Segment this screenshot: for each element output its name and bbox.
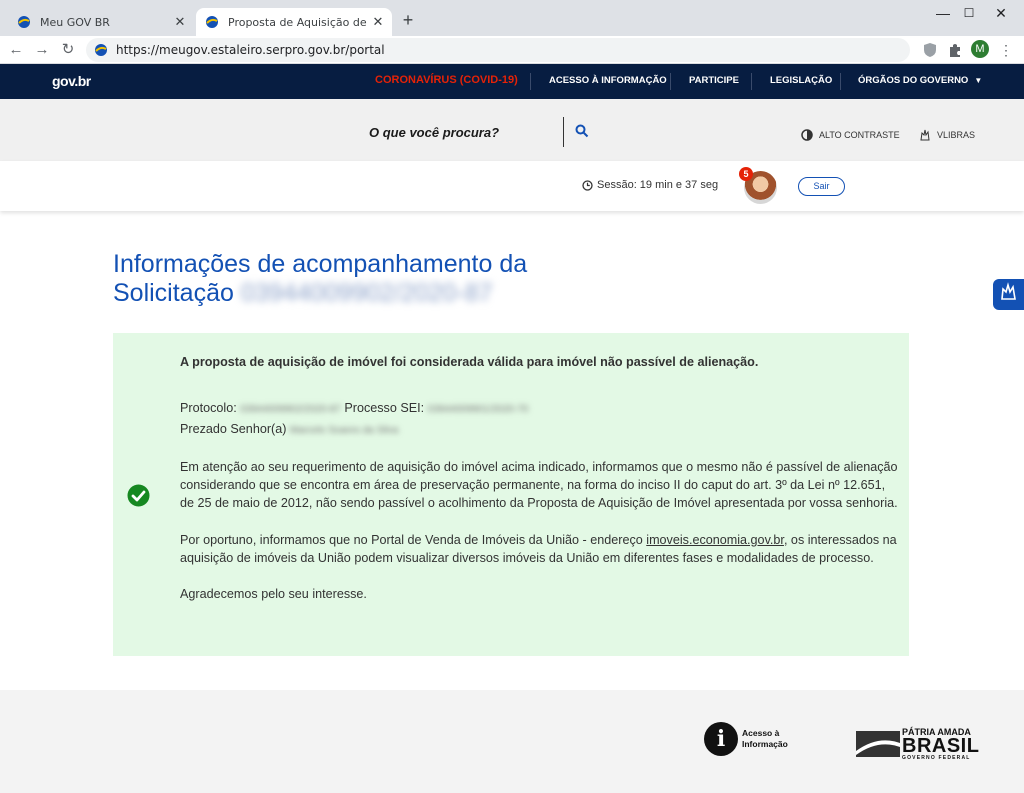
- search-icon[interactable]: [575, 124, 589, 138]
- puzzle-extensions-icon[interactable]: [946, 41, 964, 59]
- prezado-value: Marcelo Soares da Silva: [289, 424, 399, 436]
- patria-amada-brasil-logo[interactable]: PÁTRIA AMADA BRASIL GOVERNO FEDERAL: [856, 727, 979, 761]
- nav-divider: [840, 73, 841, 90]
- footer: i Acesso à Informação PÁTRIA AMADA BRASI…: [0, 690, 1024, 793]
- browser-tab-strip: Meu GOV BR ✕ Proposta de Aquisição de Im…: [0, 0, 1024, 36]
- vlibras-widget-button[interactable]: [993, 279, 1024, 310]
- close-tab-icon[interactable]: ✕: [370, 14, 386, 30]
- tab-proposta[interactable]: Proposta de Aquisição de Imóve ✕: [196, 8, 392, 36]
- nav-link-legislacao[interactable]: LEGISLAÇÃO: [770, 75, 832, 86]
- notification-badge[interactable]: 5: [739, 167, 753, 181]
- protocolo-value: 03944009902/2020-87: [240, 404, 341, 416]
- reload-icon[interactable]: ↻: [58, 40, 78, 60]
- nav-divider: [530, 73, 531, 90]
- contrast-icon: [801, 129, 813, 141]
- paragraph-decision: Em atenção ao seu requerimento de aquisi…: [180, 459, 898, 511]
- govbr-top-bar: gov.br CORONAVÍRUS (COVID-19) ACESSO À I…: [0, 64, 1024, 99]
- tab-meu-gov-br[interactable]: Meu GOV BR ✕: [8, 8, 194, 36]
- address-bar[interactable]: https://meugov.estaleiro.serpro.gov.br/p…: [86, 38, 910, 62]
- brasil-text: PÁTRIA AMADA BRASIL GOVERNO FEDERAL: [902, 727, 979, 761]
- processo-value: 03944009901/2020-70: [427, 404, 529, 416]
- govbr-favicon-icon: [16, 14, 32, 30]
- close-window-button[interactable]: ✕: [978, 0, 1024, 28]
- portal-link[interactable]: imoveis.economia.gov.br: [646, 533, 784, 547]
- paragraph-portal-start: Por oportuno, informamos que no Portal d…: [180, 532, 647, 547]
- page-title-line2: Solicitação: [113, 279, 234, 307]
- govbr-favicon-icon: [204, 14, 220, 30]
- hands-icon: [998, 281, 1020, 308]
- nav-link-acesso-informacao[interactable]: ACESSO À INFORMAÇÃO: [549, 75, 667, 86]
- forward-arrow-icon[interactable]: →: [32, 40, 52, 60]
- new-tab-button[interactable]: +: [398, 10, 418, 30]
- search-prompt[interactable]: O que você procura?: [369, 125, 499, 140]
- nav-link-coronavirus[interactable]: CORONAVÍRUS (COVID-19): [375, 74, 518, 86]
- chevron-down-icon: ▼: [974, 76, 983, 85]
- govbr-logo[interactable]: gov.br: [52, 73, 91, 89]
- close-tab-icon[interactable]: ✕: [172, 14, 188, 30]
- search-band: O que você procura? ALTO CONTRASTE VLIBR…: [0, 99, 1024, 161]
- hands-icon: [919, 129, 931, 141]
- protocolo-label: Protocolo:: [180, 401, 237, 416]
- nav-divider: [751, 73, 752, 90]
- tab-title: Meu GOV BR: [40, 15, 110, 29]
- brasil-line2: BRASIL: [902, 735, 980, 757]
- request-details: Protocolo: 03944009902/2020-87 Processo …: [180, 399, 900, 440]
- nav-link-label: ÓRGÃOS DO GOVERNO: [858, 75, 969, 86]
- vlibras-button[interactable]: VLIBRAS: [919, 129, 975, 141]
- shield-extension-icon[interactable]: [921, 41, 939, 59]
- card-body: A proposta de aquisição de imóvel foi co…: [180, 353, 900, 622]
- back-arrow-icon[interactable]: ←: [6, 40, 26, 60]
- nav-link-participe[interactable]: PARTICIPE: [689, 75, 739, 86]
- processo-label: Processo SEI:: [344, 401, 425, 416]
- kebab-menu-icon[interactable]: ⋮: [999, 40, 1013, 60]
- check-circle-icon: [127, 484, 150, 507]
- page-title-line1: Informações de acompanhamento da: [113, 250, 528, 278]
- brasil-line3: GOVERNO FEDERAL: [902, 755, 971, 761]
- nav-divider: [670, 73, 671, 90]
- alto-contraste-button[interactable]: ALTO CONTRASTE: [801, 129, 900, 141]
- acesso-line1: Acesso à: [742, 728, 780, 738]
- session-bar: Sessão: 19 min e 37 seg 5 Sair: [0, 161, 1024, 211]
- session-label: Sessão: 19 min e 37 seg: [597, 179, 719, 191]
- acesso-informacao-text: Acesso à Informação: [742, 728, 788, 750]
- site-info-icon[interactable]: [94, 43, 108, 57]
- logout-button[interactable]: Sair: [798, 177, 845, 196]
- result-card: A proposta de aquisição de imóvel foi co…: [113, 333, 909, 656]
- session-timer: Sessão: 19 min e 37 seg: [582, 179, 718, 191]
- request-id: 03944009902/2020-87: [240, 279, 493, 307]
- brasil-mark-icon: [856, 729, 900, 759]
- url-text: https://meugov.estaleiro.serpro.gov.br/p…: [116, 43, 385, 57]
- closing-text: Agradecemos pelo seu interesse.: [180, 587, 367, 602]
- search-divider: [563, 117, 564, 147]
- browser-toolbar: ← → ↻ https://meugov.estaleiro.serpro.go…: [0, 36, 1024, 64]
- info-icon: i: [704, 722, 738, 756]
- acesso-line2: Informação: [742, 739, 788, 749]
- tab-title: Proposta de Aquisição de Imóve: [228, 15, 370, 29]
- vlibras-label: VLIBRAS: [937, 130, 976, 140]
- clock-icon: [582, 179, 593, 191]
- nav-link-orgaos-governo[interactable]: ÓRGÃOS DO GOVERNO ▼: [858, 75, 982, 86]
- result-headline: A proposta de aquisição de imóvel foi co…: [180, 355, 759, 369]
- page-title: Informações de acompanhamento da Solicit…: [113, 250, 673, 308]
- prezado-label: Prezado Senhor(a): [180, 421, 287, 436]
- acesso-informacao-logo[interactable]: i Acesso à Informação: [704, 722, 788, 756]
- paragraph-portal: Por oportuno, informamos que no Portal d…: [180, 531, 900, 568]
- alto-contraste-label: ALTO CONTRASTE: [819, 130, 900, 140]
- profile-avatar[interactable]: M: [971, 40, 989, 58]
